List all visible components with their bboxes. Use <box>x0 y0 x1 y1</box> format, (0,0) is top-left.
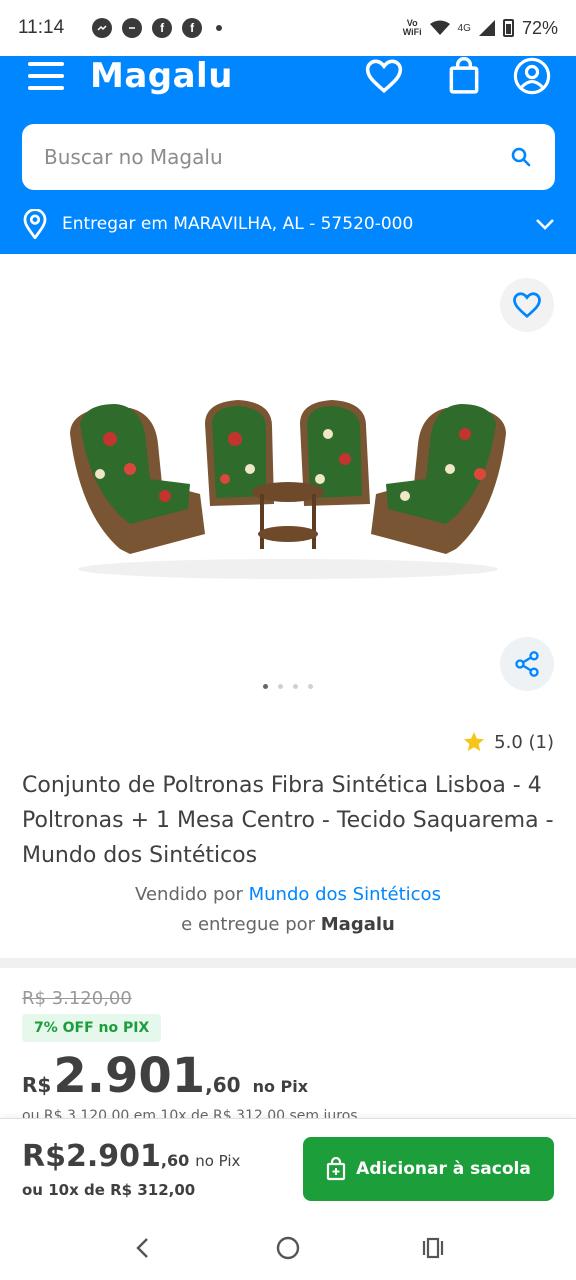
seller-link[interactable]: Mundo dos Sintéticos <box>249 884 441 905</box>
heart-icon <box>513 292 541 319</box>
favorite-button[interactable] <box>500 278 554 332</box>
messenger-icon <box>92 18 113 38</box>
shopping-bag-icon[interactable] <box>444 56 484 96</box>
product-gallery[interactable] <box>0 254 576 714</box>
delivery-location[interactable]: Entregar em MARAVILHA, AL - 57520-000 <box>22 206 555 242</box>
header: Magalu Entregar em MARAVILHA, AL - 57520… <box>0 56 576 254</box>
star-icon <box>464 732 485 751</box>
add-to-bag-label: Adicionar à sacola <box>356 1159 531 1179</box>
buy-bar-price-integer: R$2.901 <box>22 1139 161 1174</box>
battery-icon <box>502 19 514 37</box>
product-rating[interactable]: 5.0 (1) <box>462 730 554 754</box>
discount-badge: 7% OFF no PIX <box>22 1014 162 1042</box>
sold-by-label: Vendido por <box>135 884 249 905</box>
search-bar[interactable] <box>22 124 555 190</box>
status-bar: 11:14 f f Vo WiFi 4G 72% <box>0 0 576 56</box>
pagination-dot[interactable] <box>308 684 313 689</box>
facebook-icon: f <box>152 18 173 38</box>
header-row: Magalu <box>0 56 576 124</box>
chat-bubble-icon <box>122 18 143 38</box>
delivery-text: Entregar em MARAVILHA, AL - 57520-000 <box>62 214 414 234</box>
status-left: 11:14 f f <box>18 17 223 39</box>
price-currency: R$ <box>22 1073 52 1097</box>
vowifi-icon: Vo WiFi <box>402 18 422 37</box>
user-account-icon[interactable] <box>512 56 552 96</box>
buy-bar-pix-label: no Pix <box>195 1152 241 1170</box>
wifi-icon <box>429 20 450 35</box>
pix-price: R$ 2.901 ,60 no Pix <box>22 1048 308 1104</box>
section-divider <box>0 958 576 968</box>
delivered-by-label: e entregue por <box>181 914 321 935</box>
pix-label: no Pix <box>252 1077 309 1096</box>
menu-icon[interactable] <box>28 62 64 90</box>
share-button[interactable] <box>500 637 554 691</box>
buy-bar-price-decimal: ,60 <box>160 1151 190 1170</box>
seller-info: Vendido por Mundo dos Sintéticos e entre… <box>0 880 576 940</box>
clock: 11:14 <box>18 17 65 38</box>
gallery-pagination <box>0 684 576 689</box>
more-notifications-icon <box>216 25 223 31</box>
search-input[interactable] <box>44 145 509 169</box>
signal-icon <box>478 20 495 36</box>
pagination-dot[interactable] <box>293 684 298 689</box>
buy-bar-price: R$2.901 ,60 no Pix <box>22 1139 240 1174</box>
recent-apps-icon[interactable] <box>413 1228 453 1268</box>
pagination-dot[interactable] <box>278 684 283 689</box>
search-icon[interactable] <box>509 145 533 169</box>
delivered-by-name: Magalu <box>320 914 395 935</box>
favorites-heart-icon[interactable] <box>364 56 404 96</box>
price-decimal: ,60 <box>205 1073 241 1097</box>
chevron-down-icon[interactable] <box>535 217 555 231</box>
sticky-buy-bar: R$2.901 ,60 no Pix ou 10x de R$ 312,00 A… <box>0 1118 576 1216</box>
battery-level: 72% <box>521 17 558 38</box>
add-to-bag-button[interactable]: Adicionar à sacola <box>303 1137 554 1201</box>
shopping-bag-icon <box>327 1157 346 1181</box>
old-price: R$ 3.120,00 <box>22 988 132 1009</box>
back-icon[interactable] <box>123 1228 163 1268</box>
share-icon <box>515 651 539 677</box>
pagination-dot[interactable] <box>263 684 268 689</box>
facebook-icon: f <box>182 18 203 38</box>
price-integer: 2.901 <box>53 1048 206 1104</box>
product-title: Conjunto de Poltronas Fibra Sintética Li… <box>22 773 554 868</box>
location-pin-icon <box>23 209 47 239</box>
home-icon[interactable] <box>268 1228 308 1268</box>
magalu-logo[interactable]: Magalu <box>90 56 233 96</box>
product-image[interactable] <box>60 384 516 584</box>
status-right: Vo WiFi 4G 72% <box>403 18 558 39</box>
system-nav-bar <box>0 1216 576 1280</box>
network-type: 4G <box>457 22 471 34</box>
rating-value: 5.0 (1) <box>494 731 554 753</box>
buy-bar-installment: ou 10x de R$ 312,00 <box>22 1181 196 1199</box>
